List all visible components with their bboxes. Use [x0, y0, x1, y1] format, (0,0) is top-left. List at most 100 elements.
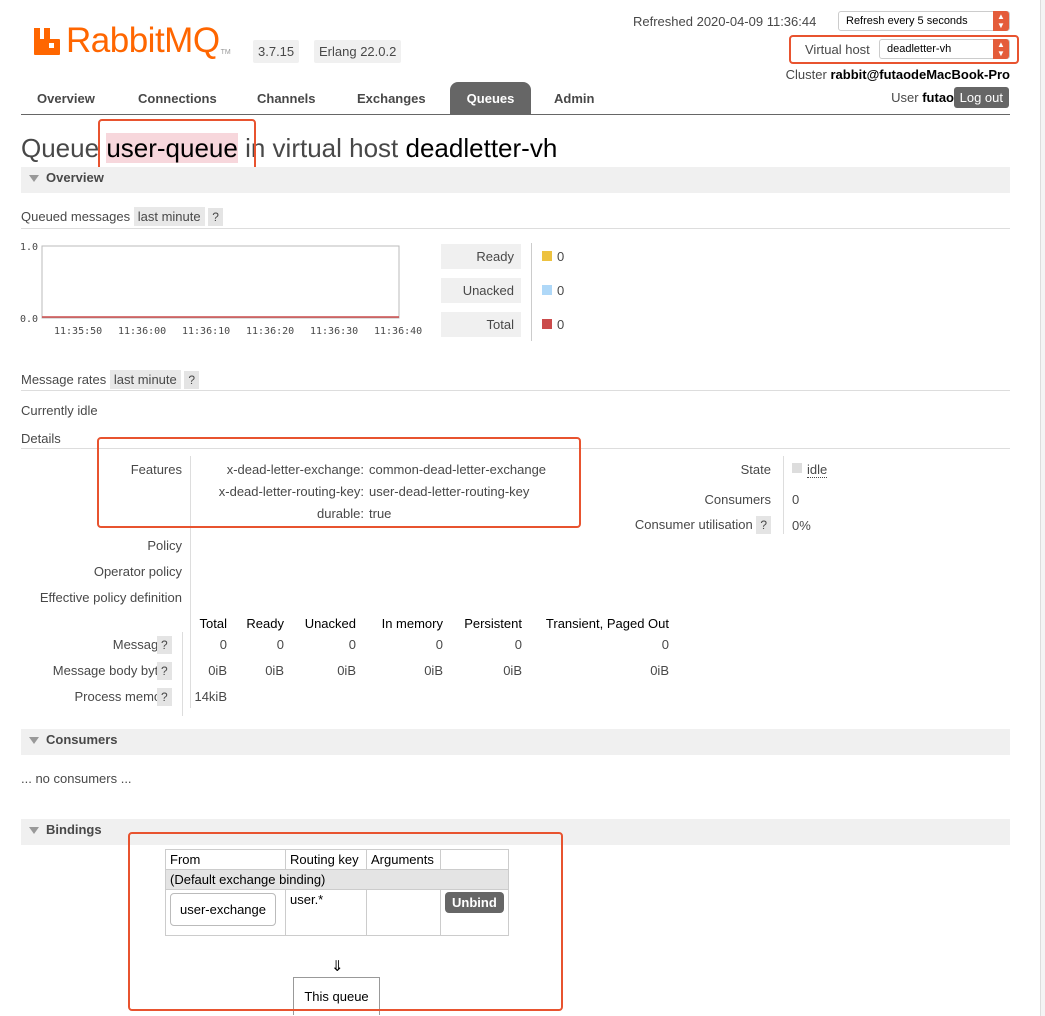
cluster-name: rabbit@futaodeMacBook-Pro	[830, 67, 1010, 82]
tab-queues[interactable]: Queues	[450, 82, 531, 115]
message-rates-header: Message rates last minute ?	[21, 370, 200, 389]
operator-policy-label: Operator policy	[93, 564, 182, 579]
version-badge: 3.7.15	[253, 40, 300, 63]
stats-cell: 0iB	[337, 663, 356, 678]
help-icon[interactable]: ?	[184, 371, 200, 389]
chart-x-tick-label: 11:36:40	[374, 326, 422, 337]
stats-cell: 0	[276, 637, 284, 652]
legend-swatch	[542, 319, 552, 329]
utilisation-value: 0%	[792, 518, 811, 533]
select-arrows-icon: ▲ ▼	[993, 11, 1009, 31]
cluster-info: Cluster rabbit@futaodeMacBook-Pro	[786, 67, 1010, 82]
queued-messages-label: Queued messages	[21, 209, 131, 224]
refresh-interval-value: Refresh every 5 seconds	[846, 15, 968, 27]
queued-range-chip[interactable]: last minute	[133, 207, 205, 226]
help-icon[interactable]: ?	[756, 516, 771, 534]
legend-swatch	[542, 285, 552, 295]
legend-ready-value: 0	[557, 249, 565, 264]
logout-button[interactable]: Log out	[953, 87, 1009, 108]
help-icon[interactable]: ?	[208, 208, 223, 226]
currently-idle-text: Currently idle	[21, 403, 98, 418]
refresh-interval-select[interactable]: Refresh every 5 seconds ▲ ▼	[838, 11, 1010, 31]
stats-cell: 0	[435, 637, 443, 652]
stats-column-header: In memory	[381, 616, 443, 631]
stats-column-header: Total	[199, 616, 227, 631]
divider	[21, 390, 1010, 391]
rabbitmq-logo[interactable]: RabbitMQ TM	[32, 21, 231, 60]
stats-cell: 0iB	[424, 663, 443, 678]
stats-cell: 0iB	[650, 663, 669, 678]
legend-total-label: Total	[441, 312, 521, 337]
stats-cell: 0iB	[265, 663, 284, 678]
help-icon[interactable]: ?	[157, 688, 172, 706]
details-heading: Details	[21, 431, 61, 446]
tab-channels[interactable]: Channels	[257, 91, 316, 106]
queued-messages-chart: 1.0 0.0 11:35:50 11:36:00 11:36:10 11:36:20…	[20, 242, 422, 337]
stats-cell: 0iB	[503, 663, 522, 678]
logo-text: RabbitMQ	[66, 21, 220, 60]
consumers-value: 0	[792, 492, 800, 507]
title-middle: in virtual host	[245, 133, 399, 163]
consumers-label: Consumers	[704, 492, 771, 507]
help-icon[interactable]: ?	[157, 636, 172, 654]
help-icon[interactable]: ?	[157, 662, 172, 680]
stats-row-label-text: Message body bytes	[52, 663, 172, 678]
features-highlight	[97, 437, 581, 528]
user-name: futao	[922, 90, 954, 105]
title-prefix: Queue	[21, 133, 100, 163]
effective-policy-label: Effective policy definition	[39, 590, 182, 605]
vhost-select[interactable]: deadletter-vh ▲ ▼	[879, 39, 1010, 59]
collapse-triangle-icon	[29, 827, 39, 834]
queue-name-highlight	[98, 119, 256, 171]
cluster-label: Cluster	[785, 67, 827, 82]
legend-unacked-label: Unacked	[441, 278, 521, 303]
state-value: idle	[807, 462, 828, 478]
logo-tm: TM	[220, 49, 231, 56]
tab-connections[interactable]: Connections	[138, 91, 217, 106]
state-divider	[783, 456, 784, 534]
legend-divider	[531, 243, 532, 341]
tab-admin[interactable]: Admin	[554, 91, 594, 106]
rabbitmq-logo-icon	[34, 28, 60, 55]
tab-overview[interactable]: Overview	[37, 91, 95, 106]
chart-x-tick-label: 11:36:20	[246, 326, 294, 337]
divider	[21, 228, 1010, 229]
utilisation-row: Consumer utilisation ?	[634, 516, 771, 534]
stats-column-header: Ready	[246, 616, 284, 631]
collapse-triangle-icon	[29, 737, 39, 744]
bindings-heading: Bindings	[46, 822, 102, 837]
message-rates-label: Message rates	[21, 372, 107, 387]
collapse-triangle-icon	[29, 175, 39, 182]
vhost-label: Virtual host	[805, 42, 870, 57]
state-indicator-icon	[792, 463, 802, 473]
stats-row-label: Message body bytes	[53, 663, 172, 678]
scrollbar[interactable]	[1040, 0, 1045, 1016]
stats-column-header: Unacked	[304, 616, 356, 631]
state-label: State	[740, 462, 771, 477]
chart-x-tick-label: 11:36:00	[118, 326, 166, 337]
legend-ready-label: Ready	[441, 244, 521, 269]
stats-cell: 0	[348, 637, 356, 652]
policy-label: Policy	[147, 538, 182, 553]
stats-column-header: Persistent	[464, 616, 522, 631]
tab-exchanges[interactable]: Exchanges	[357, 91, 426, 106]
select-arrows-icon: ▲ ▼	[993, 39, 1009, 59]
consumers-section-header[interactable]: Consumers	[21, 729, 1010, 755]
chart-x-tick-label: 11:35:50	[54, 326, 102, 337]
chart-x-tick-label: 11:36:30	[310, 326, 358, 337]
stats-cell: 0iB	[208, 663, 227, 678]
utilisation-label: Consumer utilisation	[634, 517, 753, 532]
queued-messages-header: Queued messages last minute ?	[21, 207, 223, 226]
nav-divider	[21, 114, 1010, 115]
vhost-select-value: deadletter-vh	[887, 43, 952, 55]
overview-section-header[interactable]: Overview	[21, 167, 1010, 193]
rates-range-chip[interactable]: last minute	[109, 370, 181, 389]
erlang-badge: Erlang 22.0.2	[314, 40, 402, 63]
user-label: User	[891, 90, 919, 105]
overview-heading: Overview	[46, 170, 104, 185]
chart-x-tick-label: 11:36:10	[182, 326, 230, 337]
legend-total-value: 0	[557, 317, 565, 332]
stats-column-header: Transient, Paged Out	[545, 616, 669, 631]
bindings-highlight	[128, 832, 563, 1011]
stats-cell: 0	[661, 637, 669, 652]
